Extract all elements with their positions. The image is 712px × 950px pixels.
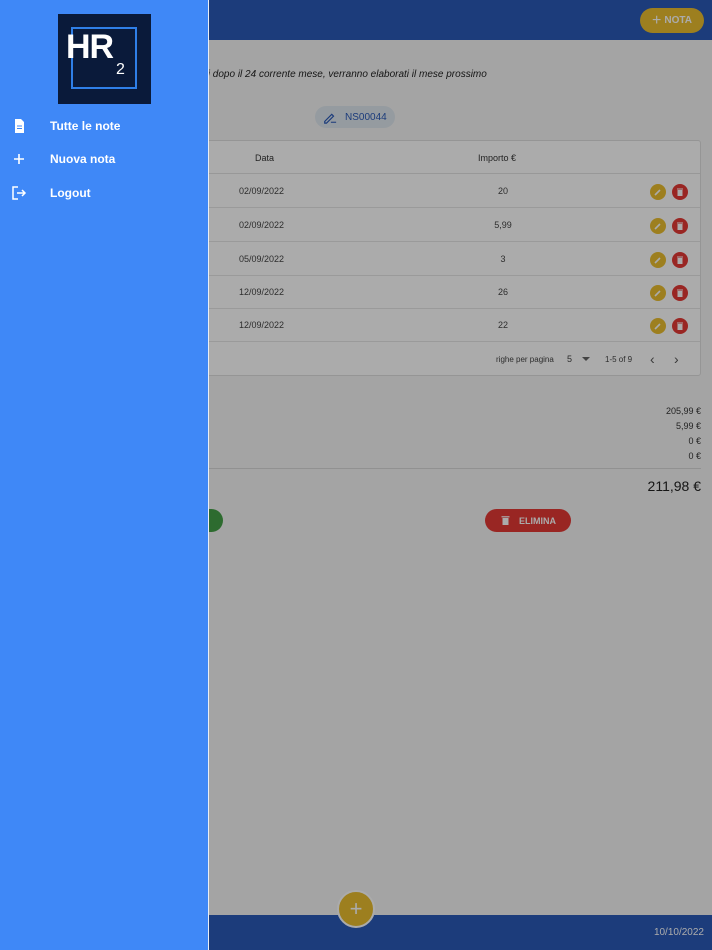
drawer-item-logout[interactable]: Logout	[0, 180, 209, 206]
document-icon	[11, 118, 27, 134]
logo-subscript: 2	[116, 61, 125, 78]
navigation-drawer: HR 2 Tutte le note Nuova nota Logout	[0, 0, 209, 950]
logo-text: HR	[66, 28, 114, 66]
drawer-item-label: Logout	[50, 186, 91, 200]
plus-icon	[11, 151, 27, 167]
drawer-item-label: Nuova nota	[50, 152, 116, 166]
drawer-item-new-note[interactable]: Nuova nota	[0, 146, 209, 172]
drawer-item-all-notes[interactable]: Tutte le note	[0, 113, 209, 139]
logout-icon	[11, 185, 27, 201]
drawer-item-label: Tutte le note	[50, 119, 121, 133]
hr2-logo: HR 2	[58, 14, 151, 104]
